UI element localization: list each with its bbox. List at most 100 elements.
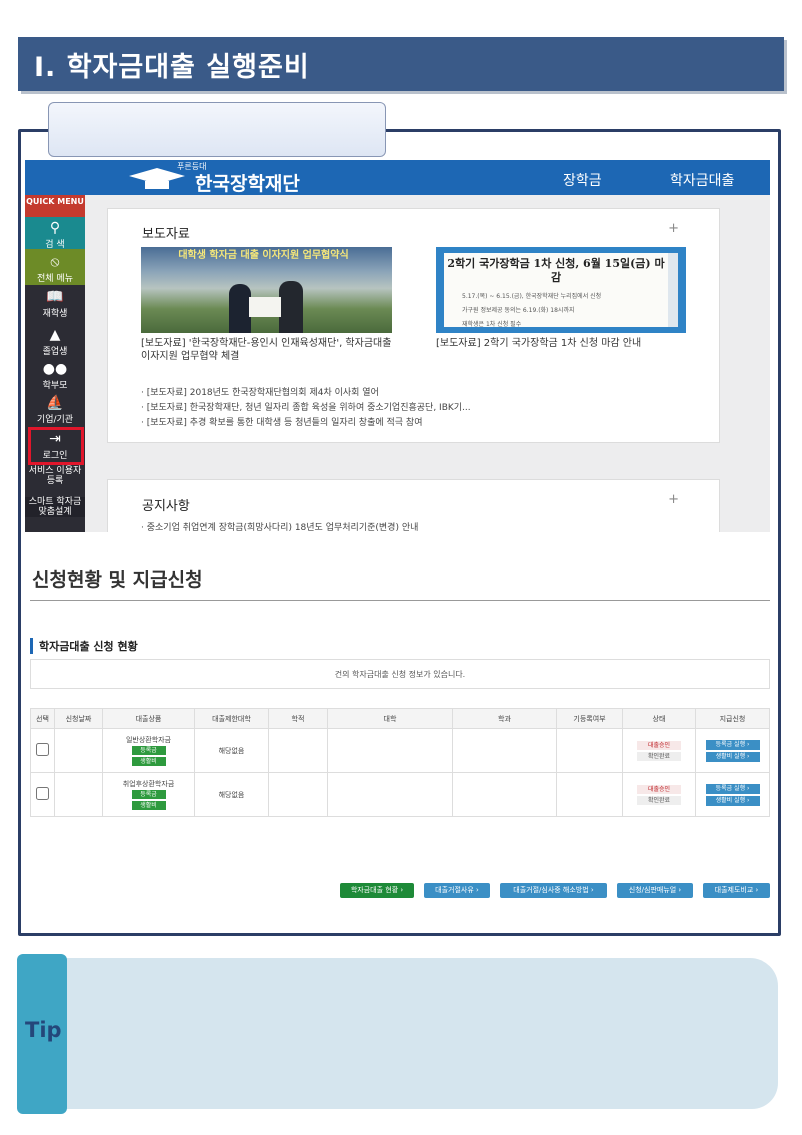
loan-product: 취업후상환학자금	[122, 779, 175, 788]
press-notice-caption[interactable]: [보도자료] 2학기 국가장학금 1차 신청 마감 안내	[436, 337, 691, 350]
press-item[interactable]: · [보도자료] 한국장학재단, 청년 일자리 종합 육성을 위하여 중소기업진…	[141, 400, 471, 413]
tuition-badge: 등록금	[131, 745, 166, 755]
table-row: 취업후상환학자금 등록금 생활비 해당없음 대출승인 확인완료 등록금 실행 › 생활비…	[30, 772, 770, 817]
graduation-cap-icon: ▲	[49, 327, 61, 343]
col-header: 대학	[327, 708, 453, 729]
status-confirmed: 확인완료	[637, 751, 681, 761]
press-item[interactable]: · [보도자료] 2018년도 한국장학재단협의회 제4차 이사회 열어	[141, 385, 379, 398]
nav-scholarship[interactable]: 장학금	[563, 170, 602, 190]
living-execute-button[interactable]: 생활비 실행 ›	[705, 795, 760, 806]
photo-person-right	[279, 281, 303, 333]
book-icon: 📖	[46, 289, 64, 305]
loan-limit-univ: 해당없음	[194, 772, 269, 817]
rejection-reason-button[interactable]: 대출거절사유 ›	[424, 883, 490, 898]
academic-status	[268, 728, 328, 773]
logo-name[interactable]: 한국장학재단	[195, 169, 300, 196]
loan-compare-button[interactable]: 대출제도비교 ›	[703, 883, 770, 898]
sidebar-item-parents[interactable]: ●● 학부모	[25, 361, 85, 391]
row-select-checkbox[interactable]	[36, 743, 49, 756]
notice-card: 공지사항 + · 중소기업 취업연계 장학금(희망사다리) 18년도 업무처리기…	[107, 479, 720, 533]
tuition-execute-button[interactable]: 등록금 실행 ›	[705, 783, 760, 794]
pre-registration	[556, 772, 623, 817]
university	[327, 772, 453, 817]
manual-button[interactable]: 신청/심판매뉴얼 ›	[617, 883, 693, 898]
col-header: 대출상품	[102, 708, 195, 729]
status-subtitle: 학자금대출 신청 현황	[30, 638, 138, 654]
press-title: 보도자료	[142, 227, 190, 242]
press-photo[interactable]: 대학생 학자금 대출 이자지원 업무협약식	[141, 247, 392, 333]
notice-line: 가구원 정보제공 동의는 6.19.(화) 18시까지	[462, 307, 575, 314]
col-header: 학적	[268, 708, 328, 729]
col-header: 신청날짜	[54, 708, 103, 729]
notice-paper: 2학기 국가장학금 1차 신청, 6월 15일(금) 마감 5.17.(목) ~…	[444, 253, 668, 328]
photo-agreement	[249, 297, 281, 317]
photo-person-left	[229, 284, 251, 333]
table-row: 일반상환학자금 등록금 생활비 해당없음 대출승인 확인완료 등록금 실행 › 생활비 …	[30, 728, 770, 773]
sidebar-item-label: 재학생	[42, 309, 68, 319]
status-info: 건의 학자금대출 신청 정보가 있습니다.	[30, 659, 770, 689]
quick-menu-label: QUICK MENU	[25, 195, 85, 217]
tip-panel	[30, 958, 778, 1109]
notice-item[interactable]: · 중소기업 취업연계 장학금(희망사다리) 18년도 업무처리기준(변경) 안…	[141, 520, 418, 533]
all-menu-icon: ⦸	[50, 254, 60, 270]
tip-label: Tip	[25, 1018, 62, 1042]
press-item[interactable]: · [보도자료] 추경 확보를 통한 대학생 등 청년들의 일자리 창출에 적극…	[141, 415, 423, 428]
loan-limit-univ: 해당없음	[194, 728, 269, 773]
section-title-bar: Ⅰ. 학자금대출 실행준비	[18, 37, 784, 91]
sidebar-item-institution[interactable]: ⛵ 기업/기관	[25, 395, 85, 425]
press-more-icon[interactable]: +	[668, 221, 679, 236]
col-header: 기등록여부	[556, 708, 623, 729]
tip-tab: Tip	[17, 954, 67, 1114]
sidebar-item-all-menu[interactable]: ⦸ 전체 메뉴	[25, 249, 85, 285]
notice-spine	[668, 253, 678, 327]
apply-date	[54, 728, 103, 773]
col-header: 학과	[452, 708, 557, 729]
loan-status-table: 선택 신청날짜 대출상품 대출제한대학 학적 대학 학과 기등록여부 상태 지급…	[30, 708, 770, 817]
sidebar-item-service-registration[interactable]: 서비스 이용자 등록	[25, 466, 85, 486]
notice-title: 공지사항	[142, 499, 190, 514]
loan-status-button[interactable]: 학자금대출 현황 ›	[340, 883, 414, 898]
notice-more-icon[interactable]: +	[668, 492, 679, 507]
row-select-checkbox[interactable]	[36, 787, 49, 800]
living-execute-button[interactable]: 생활비 실행 ›	[705, 751, 760, 762]
pre-registration	[556, 728, 623, 773]
notice-line: 재학생은 1차 신청 필수	[462, 321, 522, 328]
screenshot-label-box	[48, 102, 386, 157]
department	[452, 728, 557, 773]
login-highlight-box	[28, 427, 84, 465]
academic-status	[268, 772, 328, 817]
sidebar-item-search[interactable]: ⚲ 검 색	[25, 217, 85, 250]
col-header: 대출제한대학	[194, 708, 269, 729]
apply-date	[54, 772, 103, 817]
quick-menu-sidebar: QUICK MENU ⚲ 검 색 ⦸ 전체 메뉴 📖 재학생 ▲ 졸업생 ●● …	[25, 195, 85, 532]
sidebar-item-graduate[interactable]: ▲ 졸업생	[25, 327, 85, 357]
search-icon: ⚲	[49, 220, 61, 236]
photo-banner: 대학생 학자금 대출 이자지원 업무협약식	[178, 250, 349, 261]
living-badge: 생활비	[131, 800, 166, 810]
press-notice-image[interactable]: 2학기 국가장학금 1차 신청, 6월 15일(금) 마감 5.17.(목) ~…	[436, 247, 686, 333]
divider	[30, 600, 770, 601]
notice-line: 5.17.(목) ~ 6.15.(금), 한국장학재단 누리집에서 신청	[462, 293, 602, 300]
status-approved: 대출승인	[637, 784, 681, 794]
col-header: 지급신청	[695, 708, 770, 729]
sidebar-item-label: 졸업생	[42, 347, 68, 357]
tuition-badge: 등록금	[131, 789, 166, 799]
rejection-resolve-button[interactable]: 대출거절/심사중 해소방법 ›	[500, 883, 607, 898]
sidebar-item-student[interactable]: 📖 재학생	[25, 289, 85, 319]
living-badge: 생활비	[131, 756, 166, 766]
tuition-execute-button[interactable]: 등록금 실행 ›	[705, 739, 760, 750]
nav-student-loan[interactable]: 학자금대출	[670, 170, 734, 190]
kosaf-header: 푸른등대 한국장학재단 장학금 학자금대출	[25, 160, 770, 195]
university	[327, 728, 453, 773]
sidebar-item-label: 기업/기관	[36, 415, 74, 425]
press-release-card: 보도자료 + 대학생 학자금 대출 이자지원 업무협약식 [보도자료] '한국장…	[107, 208, 720, 443]
press-photo-caption[interactable]: [보도자료] '한국장학재단-용인시 인재육성재단', 학자금대출 이자지원 업…	[141, 337, 396, 363]
col-header: 상태	[622, 708, 696, 729]
notice-heading: 2학기 국가장학금 1차 신청, 6월 15일(금) 마감	[447, 257, 665, 284]
col-header: 선택	[30, 708, 55, 729]
sidebar-item-label: 전체 메뉴	[37, 274, 73, 284]
sidebar-item-smart-plan[interactable]: 스마트 학자금 맞춤설계	[25, 497, 85, 517]
sidebar-item-label: 학부모	[42, 381, 68, 391]
people-icon: ●●	[42, 361, 68, 377]
status-approved: 대출승인	[637, 740, 681, 750]
